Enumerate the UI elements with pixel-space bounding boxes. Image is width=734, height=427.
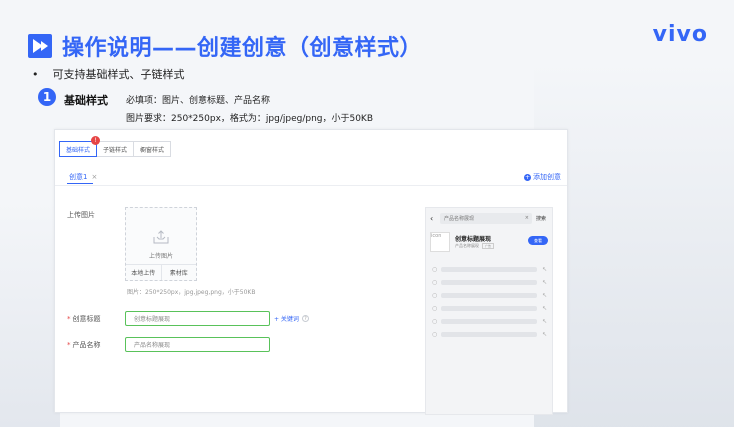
placeholder-bar [441,279,537,285]
step-number-badge: 1 [38,88,56,106]
preview-suggestion-row: ○ ↖ [432,304,550,312]
arrow-up-left-icon: ↖ [542,265,548,273]
placeholder-bar [441,305,537,311]
local-upload-button[interactable]: 本地上传 [126,265,161,280]
creative-title-input[interactable]: 创意标题展现 [125,311,270,326]
active-tab-indicator [67,183,93,184]
preview-suggestion-row: ○ ↖ [432,278,550,286]
clear-icon: × [524,215,529,221]
search-icon: ○ [432,304,438,312]
background-decoration-left [0,200,60,427]
divider [55,185,567,186]
arrow-up-left-icon: ↖ [542,330,548,338]
app-icon-placeholder: icon [430,232,450,252]
preview-suggestion-row: ○ ↖ [432,317,550,325]
placeholder-bar [441,331,537,337]
play-arrow-icon [28,34,52,58]
material-library-button[interactable]: 素材库 [160,265,197,280]
product-name-input[interactable]: 产品名称展现 [125,337,270,352]
bullet-text: 可支持基础样式、子链样式 [52,68,185,81]
slide-header: 操作说明——创建创意（创意样式） [28,26,422,66]
step-title: 基础样式 [64,94,108,107]
help-icon[interactable]: ? [301,315,309,322]
arrow-up-left-icon: ↖ [542,304,548,312]
required-mark: * [67,341,71,349]
creative-tab-label: 创意1 [69,173,88,181]
preview-search-button: 搜索 [536,215,547,222]
tab-showcase-style[interactable]: 橱窗样式 [133,141,172,157]
style-tabs: 基础样式 ! 子链样式 橱窗样式 [59,136,172,157]
add-creative-button[interactable]: + 添加创意 [524,172,561,182]
preview-search-bar: ‹ 产品名称展现 × 搜索 [430,212,550,224]
tab-sublink-style[interactable]: 子链样式 [96,141,135,157]
required-fields-text: 必填项：图片、创意标题、产品名称 [126,96,271,106]
preview-card-title: 创意标题展现 [455,236,492,243]
brand-logo: vivo [652,22,708,47]
search-icon: ○ [432,265,438,273]
tab-label: 子链样式 [103,146,128,154]
preview-product-name: 产品名称展现 [455,243,479,248]
image-requirement-text: 图片要求：250*250px，格式为：jpg/jpeg/png，小于50KB [126,114,374,124]
add-creative-label: 添加创意 [533,173,561,181]
preview-view-button: 查看 [528,236,548,245]
upload-image-label: 上传图片 [67,211,95,219]
upload-actions: 本地上传 素材库 [126,264,196,280]
arrow-up-left-icon: ↖ [542,291,548,299]
search-icon: ○ [432,317,438,325]
preview-suggestion-row: ○ ↖ [432,291,550,299]
slide-title: 操作说明——创建创意（创意样式） [62,36,423,61]
close-icon[interactable]: × [91,173,97,181]
product-name-label: * 产品名称 [67,340,101,350]
search-icon: ○ [432,330,438,338]
mobile-preview: ‹ 产品名称展现 × 搜索 icon 创意标题展现 产品名称展现 广告 查看 ○… [425,207,553,415]
preview-search-field: 产品名称展现 × [440,212,532,224]
required-mark: * [67,315,71,323]
add-keyword-link[interactable]: + 关键词 ? [274,314,309,323]
upload-icon [153,230,169,244]
placeholder-bar [441,292,537,298]
preview-search-text: 产品名称展现 [444,215,475,222]
creative-title-label-text: 创意标题 [72,315,101,323]
tab-label: 橱窗样式 [140,146,165,154]
ad-badge: 广告 [482,243,495,249]
preview-result-card: icon 创意标题展现 产品名称展现 广告 查看 [430,230,550,258]
search-icon: ○ [432,278,438,286]
arrow-up-left-icon: ↖ [542,317,548,325]
preview-suggestion-row: ○ ↖ [432,265,550,273]
placeholder-bar [441,318,537,324]
preview-card-subtitle: 产品名称展现 广告 [455,243,495,249]
bullet-item: • 可支持基础样式、子链样式 [32,66,185,82]
search-icon: ○ [432,291,438,299]
tab-creative-1[interactable]: 创意1 × [69,172,97,182]
product-name-label-text: 产品名称 [72,341,101,349]
tab-basic-style[interactable]: 基础样式 ! [59,136,101,157]
back-arrow-icon: ‹ [430,213,434,223]
placeholder-bar [441,266,537,272]
image-upload-area[interactable]: 上传图片 本地上传 素材库 [125,207,197,281]
creative-title-label: * 创意标题 [67,314,101,324]
add-keyword-label: + 关键词 [274,316,299,323]
plus-icon: + [524,173,531,181]
bullet-dot-icon: • [32,68,39,81]
preview-suggestion-row: ○ ↖ [432,330,550,338]
creative-form-panel: 基础样式 ! 子链样式 橱窗样式 创意1 × + 添加创意 上传图片 上传图片 … [54,129,568,415]
tab-label: 基础样式 [66,146,91,154]
error-badge: ! [91,136,101,145]
arrow-up-left-icon: ↖ [542,278,548,286]
upload-text: 上传图片 [148,253,173,260]
upload-hint: 图片：250*250px，jpg,jpeg,png，小于50KB [127,289,256,296]
